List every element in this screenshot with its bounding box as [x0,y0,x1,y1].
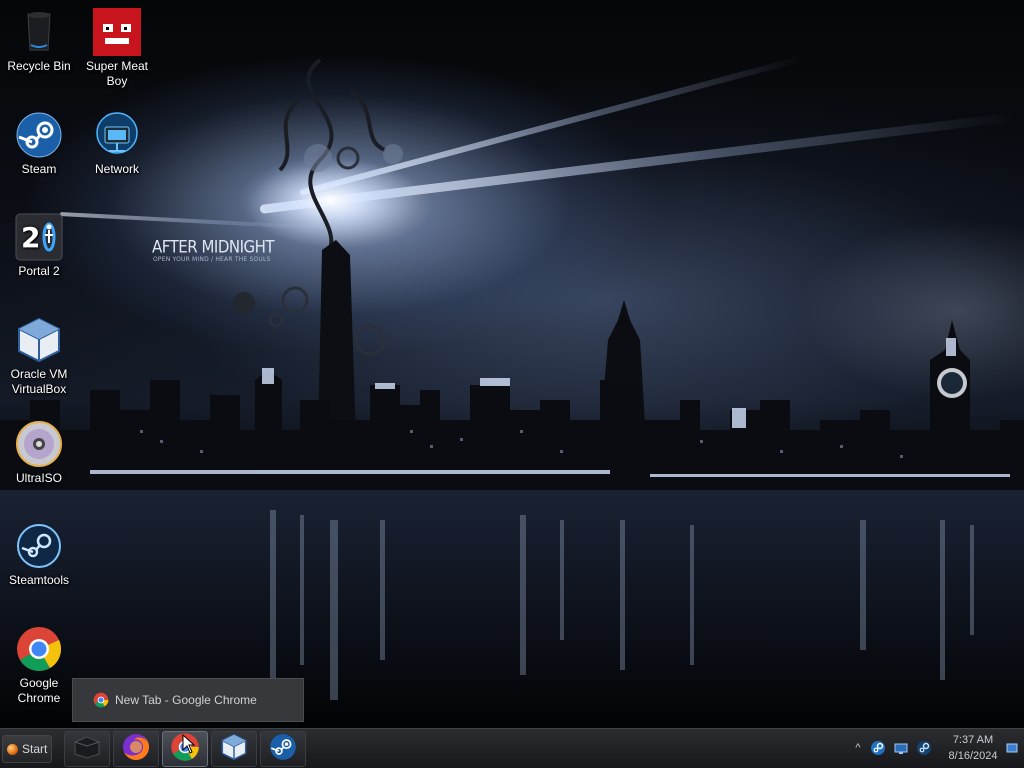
explorer-icon [72,734,102,765]
taskbar-explorer-button[interactable] [64,731,110,767]
desktop-wallpaper: AFTER MIDNIGHT OPEN YOUR MIND / HEAR THE… [0,0,1024,728]
virtualbox-icon [220,733,248,766]
desktop-icon-label: Network [94,162,139,176]
system-tray: ^ 7:37 AM 8/16/2024 [846,729,1024,768]
preview-window-title: New Tab - Google Chrome [115,693,257,707]
desktop-icon-label: UltraISO [15,471,62,485]
tray-network-icon[interactable] [893,740,909,756]
tray-overflow-chevron-icon[interactable]: ^ [850,740,866,756]
taskbar-window-preview[interactable]: New Tab - Google Chrome [72,678,304,722]
desktop-icon-steam[interactable]: Steam [0,111,78,177]
desktop-icon-steamtools[interactable]: Steamtools [0,522,78,588]
desktop-icon-label: Steamtools [8,573,70,587]
desktop-icon-label: Google Chrome [17,676,61,705]
steam-icon [15,111,63,159]
desktop-icon-label: Oracle VM VirtualBox [10,367,68,396]
start-button[interactable]: Start [2,735,52,763]
taskbar-firefox-button[interactable] [113,731,159,767]
desktop-icon-label: Recycle Bin [7,59,71,73]
desktop-icon-portal-2[interactable]: 2 Portal 2 [0,213,78,279]
wallpaper-subtitle: OPEN YOUR MIND / HEAR THE SOULS [153,256,271,263]
tray-steam-icon[interactable] [916,740,932,756]
steamtools-icon [15,522,63,570]
firefox-icon [121,732,151,767]
network-icon [93,111,141,159]
start-orb-icon [7,743,18,755]
wallpaper-title: AFTER MIDNIGHT [152,237,275,257]
super-meat-boy-icon [93,8,141,56]
taskbar-steam-button[interactable] [260,731,306,767]
chrome-icon [93,692,109,708]
ultraiso-icon [15,420,63,468]
clock-date: 8/16/2024 [948,750,998,762]
desktop-icon-network[interactable]: Network [78,111,156,177]
steam-icon [269,733,297,766]
svg-text:2: 2 [21,221,40,254]
desktop-icon-google-chrome[interactable]: Google Chrome [0,625,78,706]
taskbar: Start ^ 7:37 AM 8/16/2024 [0,728,1024,768]
chrome-icon [15,625,63,673]
recycle-bin-icon [15,8,63,56]
clock-time: 7:37 AM [952,734,994,746]
virtualbox-icon [15,316,63,364]
desktop-icon-label: Portal 2 [18,264,60,278]
show-desktop-icon[interactable] [1006,741,1018,753]
tray-steamtools-icon[interactable] [870,740,886,756]
start-label: Start [22,742,48,756]
mouse-cursor-icon [182,733,196,754]
taskbar-clock[interactable]: 7:37 AM 8/16/2024 [942,732,1004,764]
desktop-icon-super-meat-boy[interactable]: Super Meat Boy [78,8,156,89]
taskbar-virtualbox-button[interactable] [211,731,257,767]
desktop-icon-label: Super Meat Boy [85,59,149,88]
desktop-icon-virtualbox[interactable]: Oracle VM VirtualBox [0,316,78,397]
desktop-icon-recycle-bin[interactable]: Recycle Bin [0,8,78,74]
city-skyline-art [0,58,1024,728]
desktop-icon-label: Steam [21,162,57,176]
desktop-icon-ultraiso[interactable]: UltraISO [0,420,78,486]
portal-2-icon: 2 [15,213,63,261]
